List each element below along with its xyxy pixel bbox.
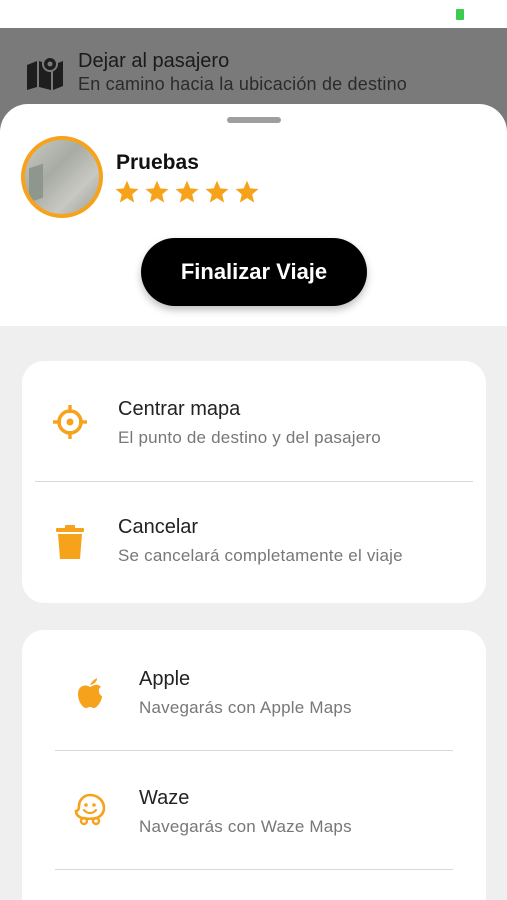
star-icon	[175, 180, 199, 203]
sheet-drag-handle[interactable]	[227, 117, 281, 123]
center-map-title: Centrar mapa	[118, 398, 241, 420]
cancel-subtitle: Se cancelará completamente el viaje	[118, 546, 403, 565]
status-bar	[0, 0, 507, 28]
divider	[55, 869, 453, 870]
trash-icon	[52, 524, 88, 560]
battery-icon	[456, 9, 464, 20]
waze-subtitle: Navegarás con Waze Maps	[139, 817, 352, 836]
bottom-sheet: Pruebas Finalizar Viaje	[0, 104, 507, 326]
rating-stars	[114, 179, 260, 205]
trip-status-title: Dejar al pasajero	[78, 50, 230, 72]
apple-maps-option[interactable]: Apple Navegarás con Apple Maps	[22, 630, 486, 750]
crosshair-icon	[52, 404, 88, 440]
finish-trip-button[interactable]: Finalizar Viaje	[141, 238, 367, 306]
apple-title: Apple	[139, 668, 191, 690]
waze-icon	[72, 791, 108, 827]
cancel-title: Cancelar	[118, 516, 199, 538]
trip-status-subtitle: En camino hacia la ubicación de destino	[78, 74, 408, 94]
center-map-subtitle: El punto de destino y del pasajero	[118, 428, 381, 447]
star-icon	[235, 180, 259, 203]
waze-option[interactable]: Waze Navegarás con Waze Maps	[22, 751, 486, 871]
passenger-avatar	[21, 136, 103, 218]
star-icon	[205, 180, 229, 203]
center-map-option[interactable]: Centrar mapa El punto de destino y del p…	[22, 361, 486, 481]
star-icon	[145, 180, 169, 203]
star-icon	[115, 180, 139, 203]
trip-options-card: Centrar mapa El punto de destino y del p…	[22, 361, 486, 603]
cancel-trip-option[interactable]: Cancelar Se cancelará completamente el v…	[22, 482, 486, 602]
apple-subtitle: Navegarás con Apple Maps	[139, 698, 352, 717]
passenger-name: Pruebas	[116, 151, 199, 174]
waze-title: Waze	[139, 787, 190, 809]
navigation-apps-card: Apple Navegarás con Apple Maps Waze Nave…	[22, 630, 486, 900]
apple-icon	[72, 675, 108, 711]
map-icon	[27, 56, 63, 90]
